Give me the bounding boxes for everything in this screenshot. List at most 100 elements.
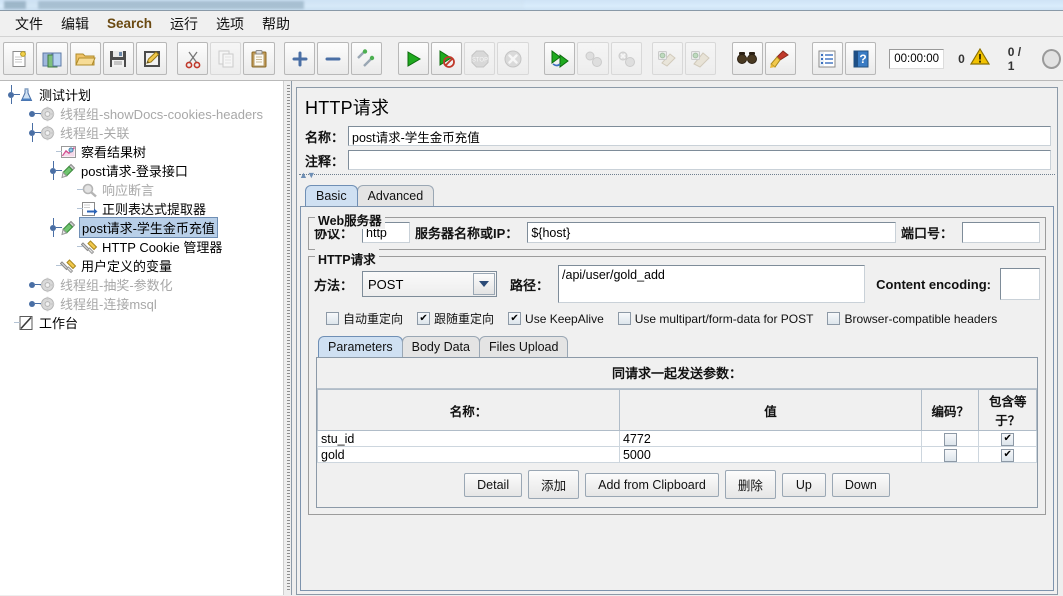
button--[interactable]: 删除: [724, 470, 776, 499]
tree-toggle-handle-icon[interactable]: [29, 109, 41, 118]
tree-toggle-handle-icon[interactable]: [29, 123, 41, 142]
menu-item-5[interactable]: 帮助: [253, 12, 299, 36]
collapsible-separator[interactable]: ▲▼: [299, 170, 1055, 183]
checkbox-icon[interactable]: [1001, 432, 1015, 446]
menu-item-0[interactable]: 文件: [6, 12, 52, 36]
tree-toggle-handle-icon[interactable]: [29, 299, 41, 308]
option-item-0[interactable]: 自动重定向: [326, 310, 403, 327]
checkbox-icon[interactable]: [943, 448, 957, 462]
stop-icon[interactable]: STOP: [464, 42, 496, 75]
test-plan-tree-panel[interactable]: 测试计划 线程组-showDocs-cookies-headers 线程组-关联 察看…: [0, 81, 283, 595]
param-tab-1[interactable]: Body Data: [401, 336, 480, 357]
option-item-1[interactable]: 跟随重定向: [417, 310, 494, 327]
tab-basic[interactable]: Basic: [305, 185, 358, 206]
param-tab-strip[interactable]: Parameters Body Data Files Upload: [314, 335, 1040, 357]
checkbox-icon[interactable]: [417, 312, 431, 325]
parameters-table-body[interactable]: stu_id4772gold5000: [317, 430, 1037, 463]
option-item-2[interactable]: Use KeepAlive: [508, 312, 604, 326]
comment-input[interactable]: [348, 150, 1051, 170]
help-icon[interactable]: ?: [844, 42, 877, 75]
param-tab-0[interactable]: Parameters: [318, 336, 403, 357]
collapse-all-icon[interactable]: [317, 42, 349, 75]
tree-node-8[interactable]: HTTP Cookie 管理器: [4, 237, 282, 256]
save-as-icon[interactable]: [136, 42, 168, 75]
param-name-cell[interactable]: stu_id: [317, 430, 620, 447]
button--[interactable]: 添加: [528, 470, 580, 499]
tree-node-3[interactable]: 察看结果树: [4, 142, 282, 161]
test-plan-tree[interactable]: 测试计划 线程组-showDocs-cookies-headers 线程组-关联 察看…: [0, 81, 282, 332]
param-name-cell[interactable]: gold: [317, 446, 620, 463]
save-icon[interactable]: [102, 42, 135, 75]
tree-node-7[interactable]: post请求-学生金币充值: [4, 217, 282, 238]
parameters-table[interactable]: 名称：值编码？包含等于？ stu_id4772gold5000: [317, 389, 1037, 463]
button-down[interactable]: Down: [831, 472, 890, 497]
tree-node-12[interactable]: 工作台: [4, 313, 282, 332]
column-header-2[interactable]: 编码？: [920, 389, 980, 431]
option-item-3[interactable]: Use multipart/form-data for POST: [617, 312, 813, 326]
menu-item-4[interactable]: 选项: [207, 12, 253, 36]
checkbox-icon[interactable]: [617, 312, 631, 325]
param-value-cell[interactable]: 4772: [618, 430, 922, 447]
clear-all-icon[interactable]: [684, 42, 717, 75]
expand-all-icon[interactable]: [284, 42, 316, 75]
clear-icon[interactable]: [651, 42, 683, 75]
paste-icon[interactable]: [243, 42, 275, 75]
table-row[interactable]: stu_id 4772: [317, 430, 1037, 447]
content-encoding-input[interactable]: [1000, 268, 1040, 300]
server-input[interactable]: ${host}: [527, 222, 896, 243]
start-no-timers-icon[interactable]: [430, 42, 463, 75]
tree-node-1[interactable]: 线程组-showDocs-cookies-headers: [4, 104, 282, 123]
chevron-down-icon[interactable]: [473, 273, 496, 295]
column-header-3[interactable]: 包含等于？: [978, 389, 1037, 431]
start-icon[interactable]: [397, 42, 429, 75]
search-icon[interactable]: [731, 42, 763, 75]
main-tab-strip[interactable]: Basic Advanced: [297, 184, 1057, 206]
param-value-cell[interactable]: 5000: [618, 446, 922, 463]
method-select[interactable]: POST: [362, 271, 498, 297]
start-remote-all-icon[interactable]: [544, 42, 576, 75]
param-include-equals-cell[interactable]: [978, 430, 1037, 447]
tree-node-5[interactable]: 响应断言: [4, 180, 282, 199]
menu-item-3[interactable]: 运行: [161, 12, 207, 36]
checkbox-icon[interactable]: [827, 312, 841, 325]
shutdown-icon[interactable]: [497, 42, 529, 75]
tree-toggle-handle-icon[interactable]: [29, 280, 41, 289]
function-helper-icon[interactable]: [811, 42, 843, 75]
param-encode-cell[interactable]: [920, 430, 980, 447]
param-tab-2[interactable]: Files Upload: [478, 336, 569, 357]
tree-node-4[interactable]: post请求-登录接口: [4, 161, 282, 180]
button-add-from-clipboard[interactable]: Add from Clipboard: [585, 472, 719, 497]
checkbox-icon[interactable]: [943, 432, 957, 446]
tree-node-6[interactable]: 正则表达式提取器: [4, 199, 282, 218]
collapse-arrows-icon[interactable]: ▲▼: [299, 170, 316, 180]
tree-node-10[interactable]: 线程组-抽奖-参数化: [4, 275, 282, 294]
param-encode-cell[interactable]: [920, 446, 980, 463]
tree-node-11[interactable]: 线程组-连接msql: [4, 294, 282, 313]
menu-item-2[interactable]: Search: [98, 14, 161, 33]
checkbox-icon[interactable]: [326, 312, 339, 325]
warning-icon[interactable]: [969, 47, 990, 71]
open-icon[interactable]: [69, 42, 101, 75]
button-detail[interactable]: Detail: [464, 472, 523, 497]
stop-remote-all-icon[interactable]: [577, 42, 609, 75]
tree-node-9[interactable]: 用户定义的变量: [4, 256, 282, 275]
tree-toggle-handle-icon[interactable]: [8, 85, 20, 104]
tree-node-0[interactable]: 测试计划: [4, 85, 282, 104]
shutdown-remote-all-icon[interactable]: [610, 42, 642, 75]
cut-icon[interactable]: [176, 42, 209, 75]
toggle-icon[interactable]: [350, 42, 383, 75]
column-header-1[interactable]: 值: [618, 389, 922, 431]
column-header-0[interactable]: 名称：: [317, 389, 620, 431]
option-item-4[interactable]: Browser-compatible headers: [827, 312, 997, 326]
param-include-equals-cell[interactable]: [978, 446, 1037, 463]
tab-advanced[interactable]: Advanced: [356, 185, 435, 206]
tree-toggle-handle-icon[interactable]: [50, 218, 62, 237]
menu-item-1[interactable]: 编辑: [52, 12, 98, 36]
copy-icon[interactable]: [210, 42, 242, 75]
checkbox-icon[interactable]: [1001, 448, 1015, 462]
tree-toggle-handle-icon[interactable]: [50, 161, 62, 180]
path-input[interactable]: /api/user/gold_add: [558, 265, 866, 303]
split-divider[interactable]: [283, 81, 292, 595]
templates-icon[interactable]: [36, 42, 68, 75]
name-input[interactable]: post请求-学生金币充值: [348, 126, 1051, 146]
